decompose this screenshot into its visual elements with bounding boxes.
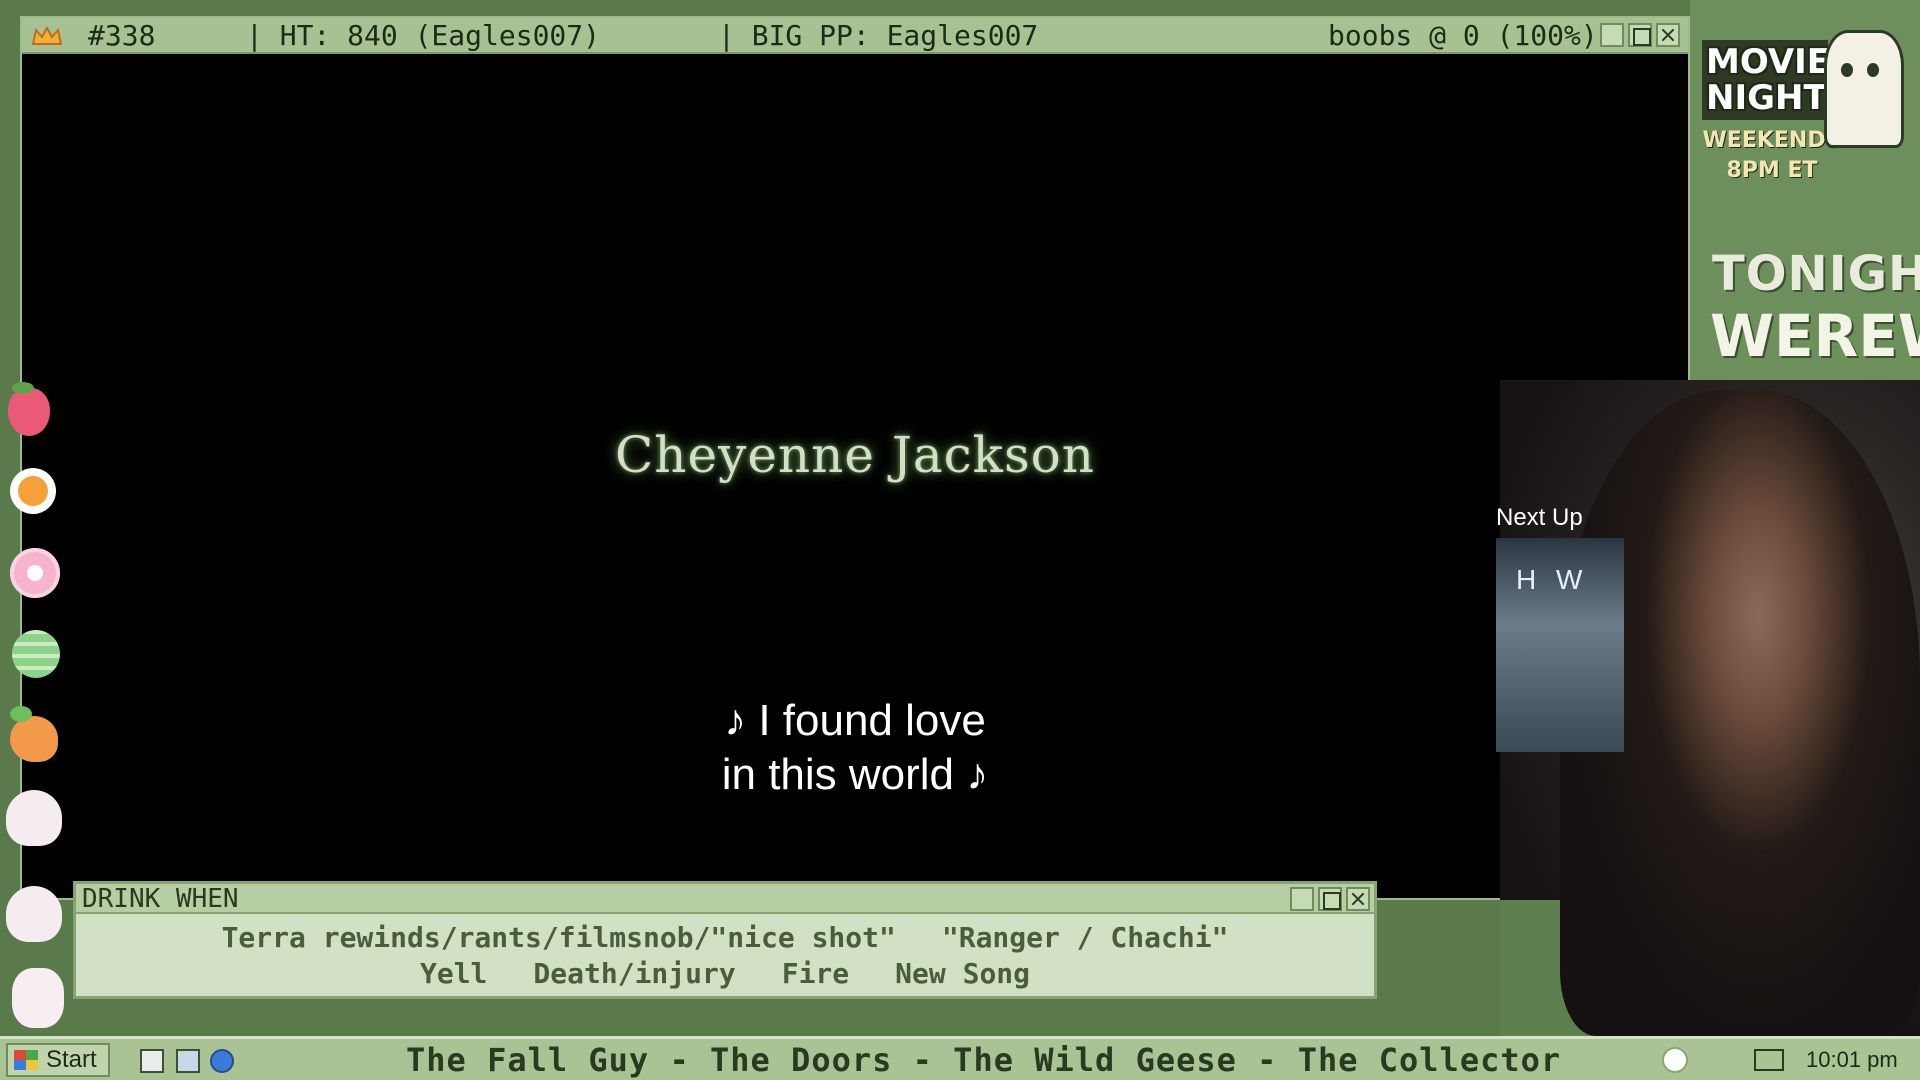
next-up-label: Next Up xyxy=(1496,504,1583,531)
media-player-window: #338 | HT: 840 (Eagles007) | BIG PP: Eag… xyxy=(20,16,1690,900)
movie-night-badge: MOVIE NIGHT WEEKENDS 8PM ET xyxy=(1702,40,1841,202)
drink-minimize-button[interactable] xyxy=(1290,887,1314,911)
high-tolerance-label: | HT: 840 (Eagles007) xyxy=(246,19,601,52)
counter-label: #338 xyxy=(88,19,156,52)
drink-rule: Terra rewinds/rants/filmsnob/"nice shot" xyxy=(221,921,896,954)
melon-icon xyxy=(12,630,60,678)
network-icon[interactable] xyxy=(1754,1049,1784,1071)
notepad-icon[interactable] xyxy=(140,1049,164,1073)
big-pp-label: | BIG PP: Eagles007 xyxy=(718,19,1039,52)
drink-rule: "Ranger / Chachi" xyxy=(941,921,1229,954)
player-window-controls xyxy=(1600,23,1680,47)
subtitle-text: ♪ I found love in this world ♪ xyxy=(22,694,1688,802)
drink-rule-row-2: Yell Death/injury Fire New Song xyxy=(76,956,1374,992)
bunny-icon xyxy=(12,968,64,1028)
carrot-icon xyxy=(10,706,58,762)
tonight-movie-title: WEREWO xyxy=(1710,302,1920,370)
drink-when-window: DRINK WHEN Terra rewinds/rants/filmsnob/… xyxy=(73,881,1377,999)
player-titlebar[interactable]: #338 | HT: 840 (Eagles007) | BIG PP: Eag… xyxy=(22,18,1688,54)
drink-rule: New Song xyxy=(895,957,1031,990)
maximize-button[interactable] xyxy=(1628,23,1652,47)
close-button[interactable] xyxy=(1656,23,1680,47)
strawberry-icon xyxy=(8,382,50,436)
drink-window-controls xyxy=(1290,887,1370,911)
crown-icon xyxy=(32,26,62,45)
start-label: Start xyxy=(46,1046,97,1073)
movie-night-schedule: WEEKENDS 8PM ET xyxy=(1702,128,1842,183)
drink-rule: Fire xyxy=(781,957,850,990)
drink-rule-row-1: Terra rewinds/rants/filmsnob/"nice shot"… xyxy=(76,920,1374,956)
flower-icon xyxy=(10,548,60,598)
record-icon[interactable] xyxy=(1662,1047,1688,1073)
drink-when-title: DRINK WHEN xyxy=(82,884,239,914)
drink-maximize-button[interactable] xyxy=(1318,887,1342,911)
bunny-icon xyxy=(6,886,62,942)
taskbar-clock: 10:01 pm xyxy=(1806,1047,1898,1072)
drink-close-button[interactable] xyxy=(1346,887,1370,911)
movie-night-title: MOVIE NIGHT xyxy=(1702,40,1830,120)
orange-icon xyxy=(10,468,56,514)
subtitle-line-1: ♪ I found love xyxy=(724,696,986,745)
browser-icon[interactable] xyxy=(210,1049,234,1073)
next-up-poster-title: H W xyxy=(1516,564,1589,595)
explorer-icon[interactable] xyxy=(176,1049,200,1073)
next-up-poster: H W xyxy=(1496,538,1624,752)
tonight-label: TONIGHT: xyxy=(1712,246,1920,302)
drink-rule: Yell xyxy=(419,957,488,990)
drink-rule: Death/injury xyxy=(533,957,736,990)
movie-credit-text: Cheyenne Jackson xyxy=(615,426,1095,484)
subtitle-line-2: in this world ♪ xyxy=(721,750,989,799)
score-label: boobs @ 0 (100%) xyxy=(1328,19,1598,52)
popcorn-icon xyxy=(1824,30,1904,148)
taskbar: Start The Fall Guy - The Doors - The Wil… xyxy=(0,1036,1920,1080)
windows-icon xyxy=(14,1050,38,1070)
start-button[interactable]: Start xyxy=(6,1043,110,1077)
minimize-button[interactable] xyxy=(1600,23,1624,47)
bunny-icon xyxy=(6,790,62,846)
upcoming-movies-marquee: The Fall Guy - The Doors - The Wild Gees… xyxy=(406,1041,1562,1079)
drink-when-titlebar[interactable]: DRINK WHEN xyxy=(76,884,1374,914)
